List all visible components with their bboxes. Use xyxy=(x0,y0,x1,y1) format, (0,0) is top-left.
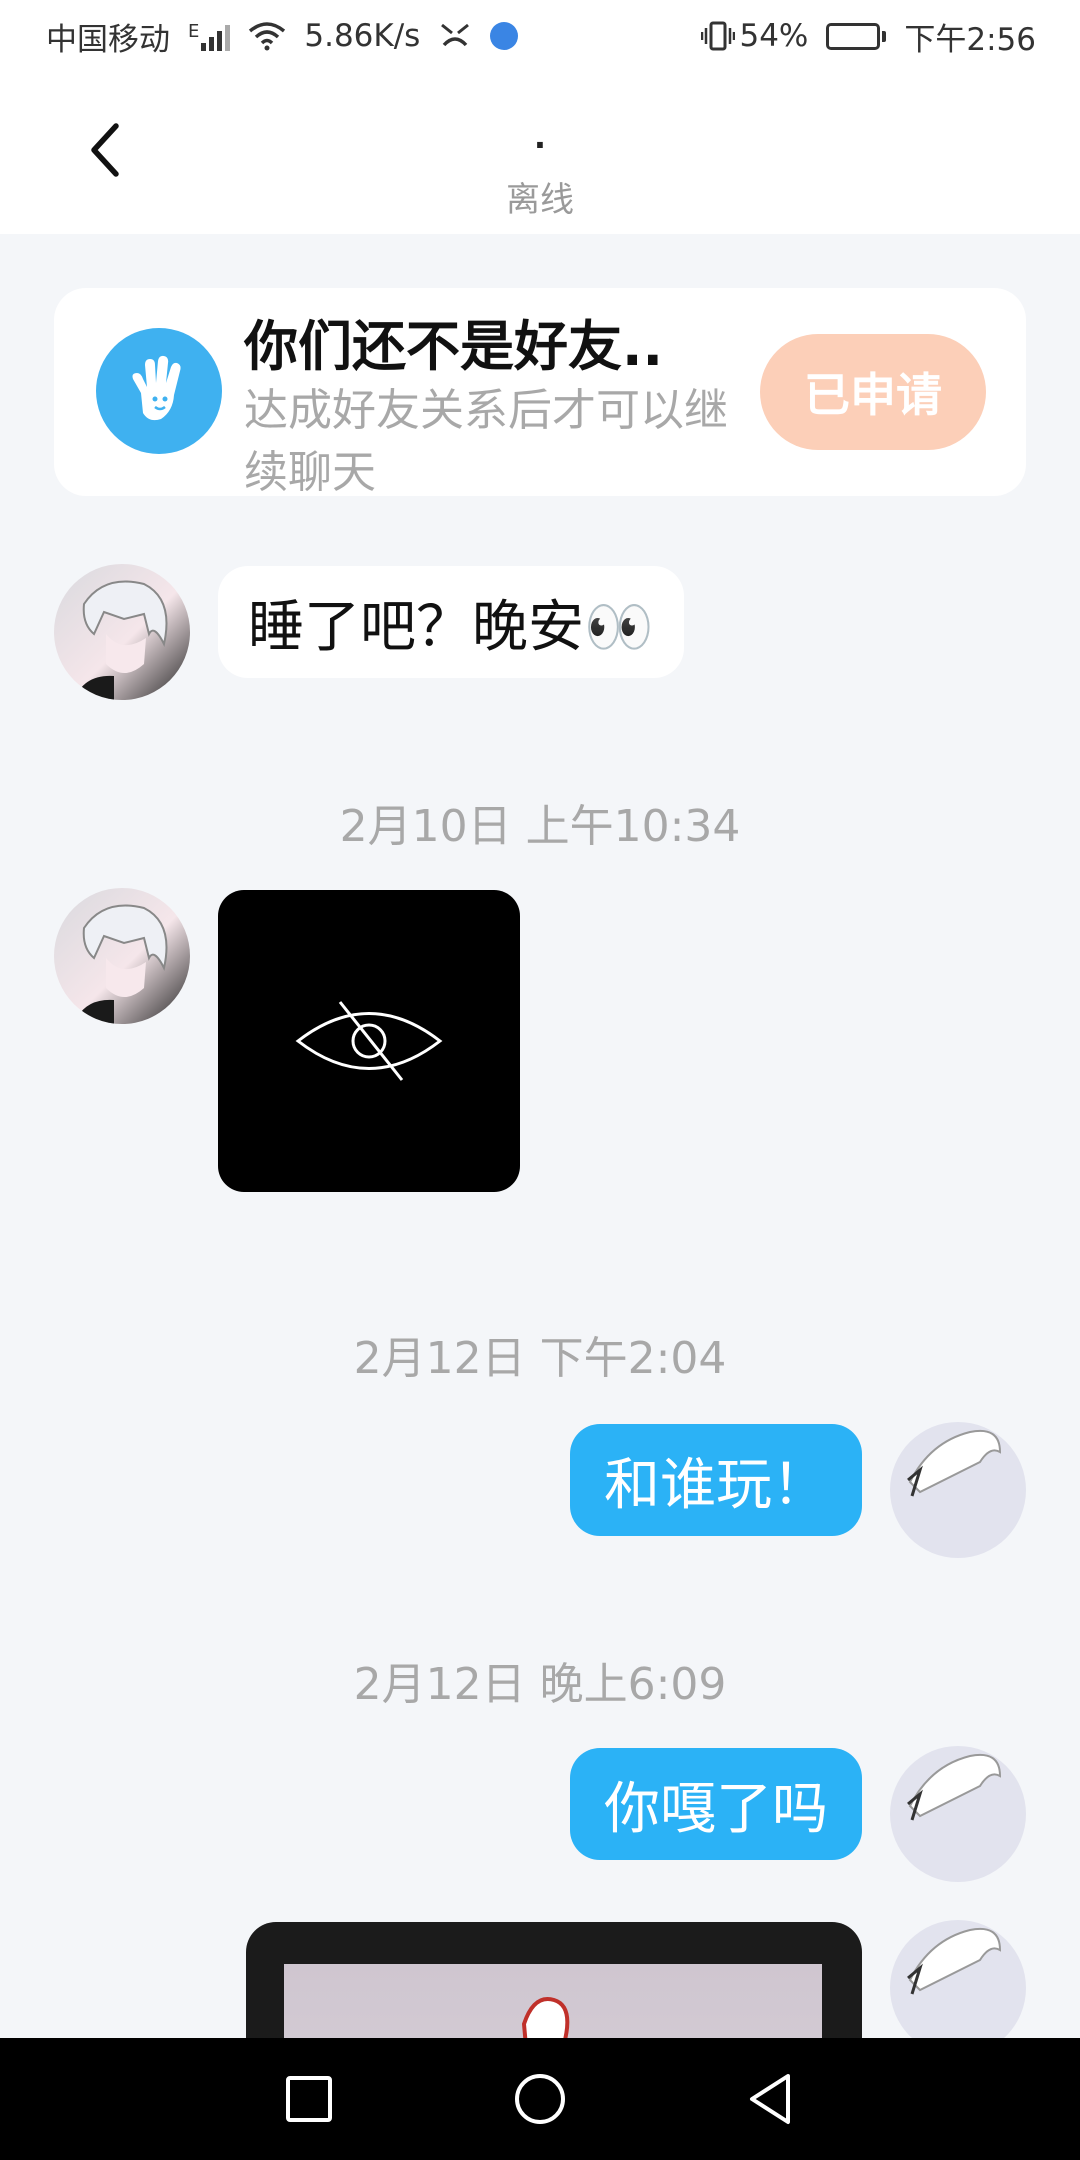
wave-hand-icon xyxy=(96,328,222,454)
message-timestamp: 2月10日 上午10:34 xyxy=(339,801,741,852)
message-bubble-outgoing[interactable]: 你嘎了吗 xyxy=(570,1748,862,1860)
eye-slash-icon xyxy=(295,1001,443,1081)
browser-icon xyxy=(490,22,519,50)
user-avatar[interactable] xyxy=(890,1920,1026,2056)
user-avatar[interactable] xyxy=(890,1422,1026,1558)
notice-title: 你们还不是好友.. xyxy=(244,315,664,378)
friend-request-notice: 你们还不是好友.. 达成好友关系后才可以继续聊天 已申请 xyxy=(54,288,1026,498)
contact-online-status: 离线 xyxy=(506,180,574,220)
network-type-label: E xyxy=(188,21,200,42)
system-nav-bar xyxy=(0,2038,1080,2160)
message-timestamp: 2月12日 晚上6:09 xyxy=(353,1659,727,1710)
recent-apps-icon xyxy=(286,2076,332,2122)
status-bar: 中国移动 E 5.86K/s 54% 下午2:56 xyxy=(0,0,1080,72)
hidden-image-message[interactable] xyxy=(218,890,520,1192)
wifi-icon xyxy=(248,21,286,51)
status-bar-left: 中国移动 E 5.86K/s xyxy=(46,14,519,59)
carrier-label: 中国移动 xyxy=(46,21,170,58)
net-speed-label: 5.86K/s xyxy=(304,18,421,54)
clock-label: 下午2:56 xyxy=(904,21,1036,58)
applied-button[interactable]: 已申请 xyxy=(760,334,986,450)
message-bubble-outgoing[interactable]: 和谁玩！ xyxy=(570,1424,862,1536)
nav-back-button[interactable] xyxy=(740,2068,802,2130)
chat-header: . 离线 xyxy=(0,72,1080,234)
battery-icon xyxy=(826,22,887,50)
home-icon xyxy=(515,2074,565,2124)
contact-name: . xyxy=(533,118,547,156)
notification-icon xyxy=(438,21,472,51)
message-text: 和谁玩！ xyxy=(604,1452,828,1518)
message-bubble-incoming[interactable]: 睡了吧？晚安👀 xyxy=(218,566,684,678)
back-icon xyxy=(750,2074,790,2124)
notice-description: 达成好友关系后才可以继续聊天 xyxy=(244,385,728,498)
message-text: 你嘎了吗 xyxy=(604,1776,828,1842)
contact-avatar[interactable] xyxy=(54,564,190,700)
message-timestamp: 2月12日 下午2:04 xyxy=(353,1333,727,1384)
home-button[interactable] xyxy=(509,2068,571,2130)
message-text: 睡了吧？晚安👀 xyxy=(248,594,654,660)
user-avatar[interactable] xyxy=(890,1746,1026,1882)
status-bar-right: 54% 下午2:56 xyxy=(701,14,1036,59)
battery-percent-label: 54% xyxy=(739,18,809,54)
recent-apps-button[interactable] xyxy=(278,2068,340,2130)
signal-icon: E xyxy=(188,21,231,51)
contact-avatar[interactable] xyxy=(54,888,190,1024)
vibrate-icon xyxy=(701,20,736,52)
